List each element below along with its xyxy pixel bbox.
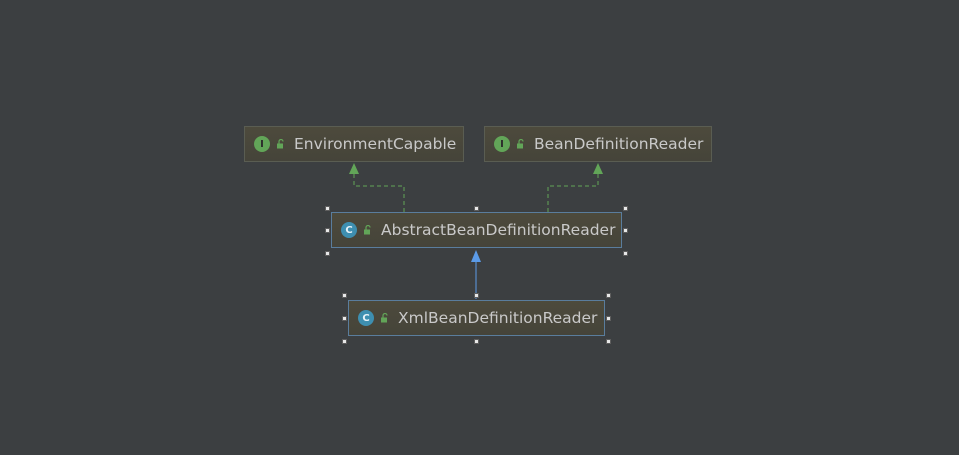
resize-handle[interactable] [325, 251, 330, 256]
resize-handle[interactable] [606, 316, 611, 321]
node-bean-definition-reader[interactable]: I BeanDefinitionReader [484, 126, 712, 162]
interface-icon: I [254, 136, 270, 152]
resize-handle[interactable] [325, 228, 330, 233]
abstract-class-icon: C [341, 222, 357, 238]
arrowhead-abstract-reader [471, 250, 481, 262]
node-xml-bean-definition-reader[interactable]: C XmlBeanDefinitionReader [348, 300, 605, 336]
public-visibility-icon [381, 313, 388, 323]
diagram-canvas: I EnvironmentCapable I BeanDefinitionRea… [0, 0, 959, 455]
arrowhead-environment-capable [349, 163, 359, 174]
resize-handle[interactable] [623, 206, 628, 211]
resize-handle[interactable] [342, 293, 347, 298]
resize-handle[interactable] [474, 293, 479, 298]
node-label: EnvironmentCapable [294, 135, 457, 153]
node-environment-capable[interactable]: I EnvironmentCapable [244, 126, 464, 162]
resize-handle[interactable] [474, 206, 479, 211]
public-visibility-icon [364, 225, 371, 235]
edge-implements-environment-capable [353, 172, 405, 212]
node-label: AbstractBeanDefinitionReader [381, 221, 616, 239]
resize-handle[interactable] [623, 251, 628, 256]
resize-handle[interactable] [342, 316, 347, 321]
resize-handle[interactable] [623, 228, 628, 233]
public-visibility-icon [517, 139, 524, 149]
public-visibility-icon [277, 139, 284, 149]
node-label: XmlBeanDefinitionReader [398, 309, 598, 327]
arrowhead-bean-definition-reader [593, 163, 603, 174]
resize-handle[interactable] [474, 339, 479, 344]
node-label: BeanDefinitionReader [534, 135, 704, 153]
node-abstract-bean-definition-reader[interactable]: C AbstractBeanDefinitionReader [331, 212, 622, 248]
class-icon: C [358, 310, 374, 326]
interface-icon: I [494, 136, 510, 152]
resize-handle[interactable] [606, 293, 611, 298]
edge-implements-bean-definition-reader [547, 172, 599, 212]
resize-handle[interactable] [325, 206, 330, 211]
resize-handle[interactable] [342, 339, 347, 344]
resize-handle[interactable] [606, 339, 611, 344]
